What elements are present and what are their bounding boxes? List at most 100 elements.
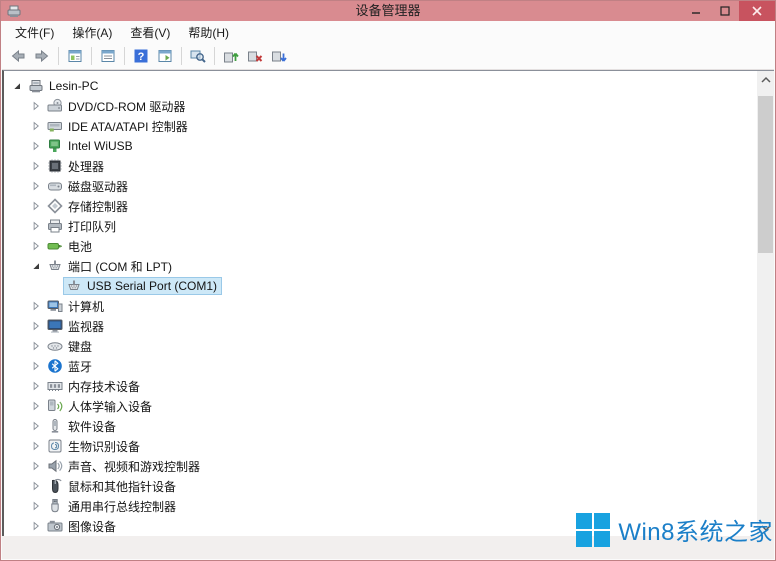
tree-item-label: 键盘	[68, 338, 92, 355]
tree-item-biometric-devices[interactable]: 生物识别设备	[4, 436, 757, 456]
minimize-button[interactable]	[681, 1, 710, 21]
collapsed-expander-icon[interactable]	[28, 398, 44, 414]
menu-help[interactable]: 帮助(H)	[179, 21, 238, 44]
tree-item-content[interactable]: 监视器	[44, 317, 109, 335]
collapsed-expander-icon[interactable]	[28, 198, 44, 214]
expanded-expander-icon[interactable]	[28, 258, 44, 274]
tree-item-label: Lesin-PC	[49, 79, 98, 93]
collapsed-expander-icon[interactable]	[28, 518, 44, 534]
tree-item-ports-com-lpt[interactable]: 端口 (COM 和 LPT)	[4, 256, 757, 276]
tree-item-label: 处理器	[68, 158, 104, 175]
tree-item-content[interactable]: 计算机	[44, 297, 109, 315]
forward-button[interactable]	[30, 45, 54, 67]
scan-hardware-button[interactable]	[186, 45, 210, 67]
printer-icon	[47, 218, 63, 234]
tree-item-content[interactable]: 存储控制器	[44, 197, 133, 215]
tree-item-content[interactable]: 声音、视频和游戏控制器	[44, 457, 205, 475]
show-console-tree-button[interactable]	[63, 45, 87, 67]
scroll-up-icon[interactable]	[757, 71, 774, 88]
collapsed-expander-icon[interactable]	[28, 378, 44, 394]
collapsed-expander-icon[interactable]	[28, 418, 44, 434]
tree-item-content[interactable]: 软件设备	[44, 417, 121, 435]
maximize-button[interactable]	[710, 1, 739, 21]
tree-item-content[interactable]: USB Serial Port (COM1)	[63, 277, 222, 295]
collapsed-expander-icon[interactable]	[28, 98, 44, 114]
menu-file[interactable]: 文件(F)	[6, 21, 63, 44]
collapsed-expander-icon[interactable]	[28, 318, 44, 334]
tree-item-content[interactable]: 蓝牙	[44, 357, 97, 375]
uninstall-device-button[interactable]	[243, 45, 267, 67]
tree-item-label: IDE ATA/ATAPI 控制器	[68, 118, 188, 135]
collapsed-expander-icon[interactable]	[28, 138, 44, 154]
collapsed-expander-icon[interactable]	[28, 458, 44, 474]
tree-item-content[interactable]: 通用串行总线控制器	[44, 497, 181, 515]
tree-item-content[interactable]: 处理器	[44, 157, 109, 175]
collapsed-expander-icon[interactable]	[28, 118, 44, 134]
collapsed-expander-icon[interactable]	[28, 478, 44, 494]
tree-item-monitors[interactable]: 监视器	[4, 316, 757, 336]
tree-item-content[interactable]: 鼠标和其他指针设备	[44, 477, 181, 495]
collapsed-expander-icon[interactable]	[28, 158, 44, 174]
close-button[interactable]	[739, 1, 775, 21]
tree-item-content[interactable]: Lesin-PC	[25, 77, 103, 95]
tree-item-mice-and-pointing-devices[interactable]: 鼠标和其他指针设备	[4, 476, 757, 496]
tree-item-content[interactable]: 键盘	[44, 337, 97, 355]
tree-item-software-devices[interactable]: 软件设备	[4, 416, 757, 436]
tree-item-bluetooth[interactable]: 蓝牙	[4, 356, 757, 376]
collapsed-expander-icon[interactable]	[28, 438, 44, 454]
collapsed-expander-icon[interactable]	[28, 358, 44, 374]
collapsed-expander-icon[interactable]	[28, 498, 44, 514]
tree-item-content[interactable]: DVD/CD-ROM 驱动器	[44, 97, 190, 115]
vertical-scrollbar[interactable]	[757, 71, 774, 536]
back-button[interactable]	[6, 45, 30, 67]
tree-item-intel-wiusb[interactable]: Intel WiUSB	[4, 136, 757, 156]
tree-item-disk-drives[interactable]: 磁盘驱动器	[4, 176, 757, 196]
forward-arrow-icon	[34, 48, 50, 64]
toolbar-separator	[58, 47, 59, 65]
tree-item-label: 生物识别设备	[68, 438, 140, 455]
tree-item-label: USB Serial Port (COM1)	[87, 279, 217, 293]
tree-item-usb-serial-port-com1[interactable]: USB Serial Port (COM1)	[4, 276, 757, 296]
expanded-expander-icon[interactable]	[9, 78, 25, 94]
tree-item-ide-ata-atapi-controllers[interactable]: IDE ATA/ATAPI 控制器	[4, 116, 757, 136]
collapsed-expander-icon[interactable]	[28, 178, 44, 194]
tree-item-label: Intel WiUSB	[68, 139, 133, 153]
scan-for-changes-button[interactable]	[267, 45, 291, 67]
tree-item-content[interactable]: 内存技术设备	[44, 377, 145, 395]
tree-item-label: 打印队列	[68, 218, 116, 235]
menu-action[interactable]: 操作(A)	[63, 21, 121, 44]
tree-item-storage-controllers[interactable]: 存储控制器	[4, 196, 757, 216]
scan-changes-icon	[271, 48, 287, 64]
scrollbar-thumb[interactable]	[758, 96, 773, 253]
tree-item-content[interactable]: 生物识别设备	[44, 437, 145, 455]
tree-item-dvd-cd-rom-drives[interactable]: DVD/CD-ROM 驱动器	[4, 96, 757, 116]
tree-item-content[interactable]: 磁盘驱动器	[44, 177, 133, 195]
help-button[interactable]: ?	[129, 45, 153, 67]
collapsed-expander-icon[interactable]	[28, 338, 44, 354]
tree-item-computer-root[interactable]: Lesin-PC	[4, 76, 757, 96]
properties-button[interactable]	[96, 45, 120, 67]
collapsed-expander-icon[interactable]	[28, 218, 44, 234]
tree-item-print-queues[interactable]: 打印队列	[4, 216, 757, 236]
update-driver-button[interactable]	[219, 45, 243, 67]
tree-item-processors[interactable]: 处理器	[4, 156, 757, 176]
tree-item-human-interface-devices[interactable]: 人体学输入设备	[4, 396, 757, 416]
tree-item-content[interactable]: IDE ATA/ATAPI 控制器	[44, 117, 193, 135]
collapsed-expander-icon[interactable]	[28, 238, 44, 254]
tree-item-sound-video-game-controllers[interactable]: 声音、视频和游戏控制器	[4, 456, 757, 476]
tree-item-memory-technology-devices[interactable]: 内存技术设备	[4, 376, 757, 396]
tree-item-content[interactable]: Intel WiUSB	[44, 137, 138, 155]
tree-item-content[interactable]: 电池	[44, 237, 97, 255]
tree-item-content[interactable]: 人体学输入设备	[44, 397, 157, 415]
help-icon: ?	[133, 48, 149, 64]
tree-item-batteries[interactable]: 电池	[4, 236, 757, 256]
tree-item-content[interactable]: 端口 (COM 和 LPT)	[44, 257, 177, 275]
menu-view[interactable]: 查看(V)	[121, 21, 179, 44]
properties-icon	[100, 48, 116, 64]
tree-item-computers[interactable]: 计算机	[4, 296, 757, 316]
action-pane-button[interactable]	[153, 45, 177, 67]
tree-item-keyboards[interactable]: 键盘	[4, 336, 757, 356]
collapsed-expander-icon[interactable]	[28, 298, 44, 314]
tree-item-content[interactable]: 图像设备	[44, 517, 121, 535]
tree-item-content[interactable]: 打印队列	[44, 217, 121, 235]
